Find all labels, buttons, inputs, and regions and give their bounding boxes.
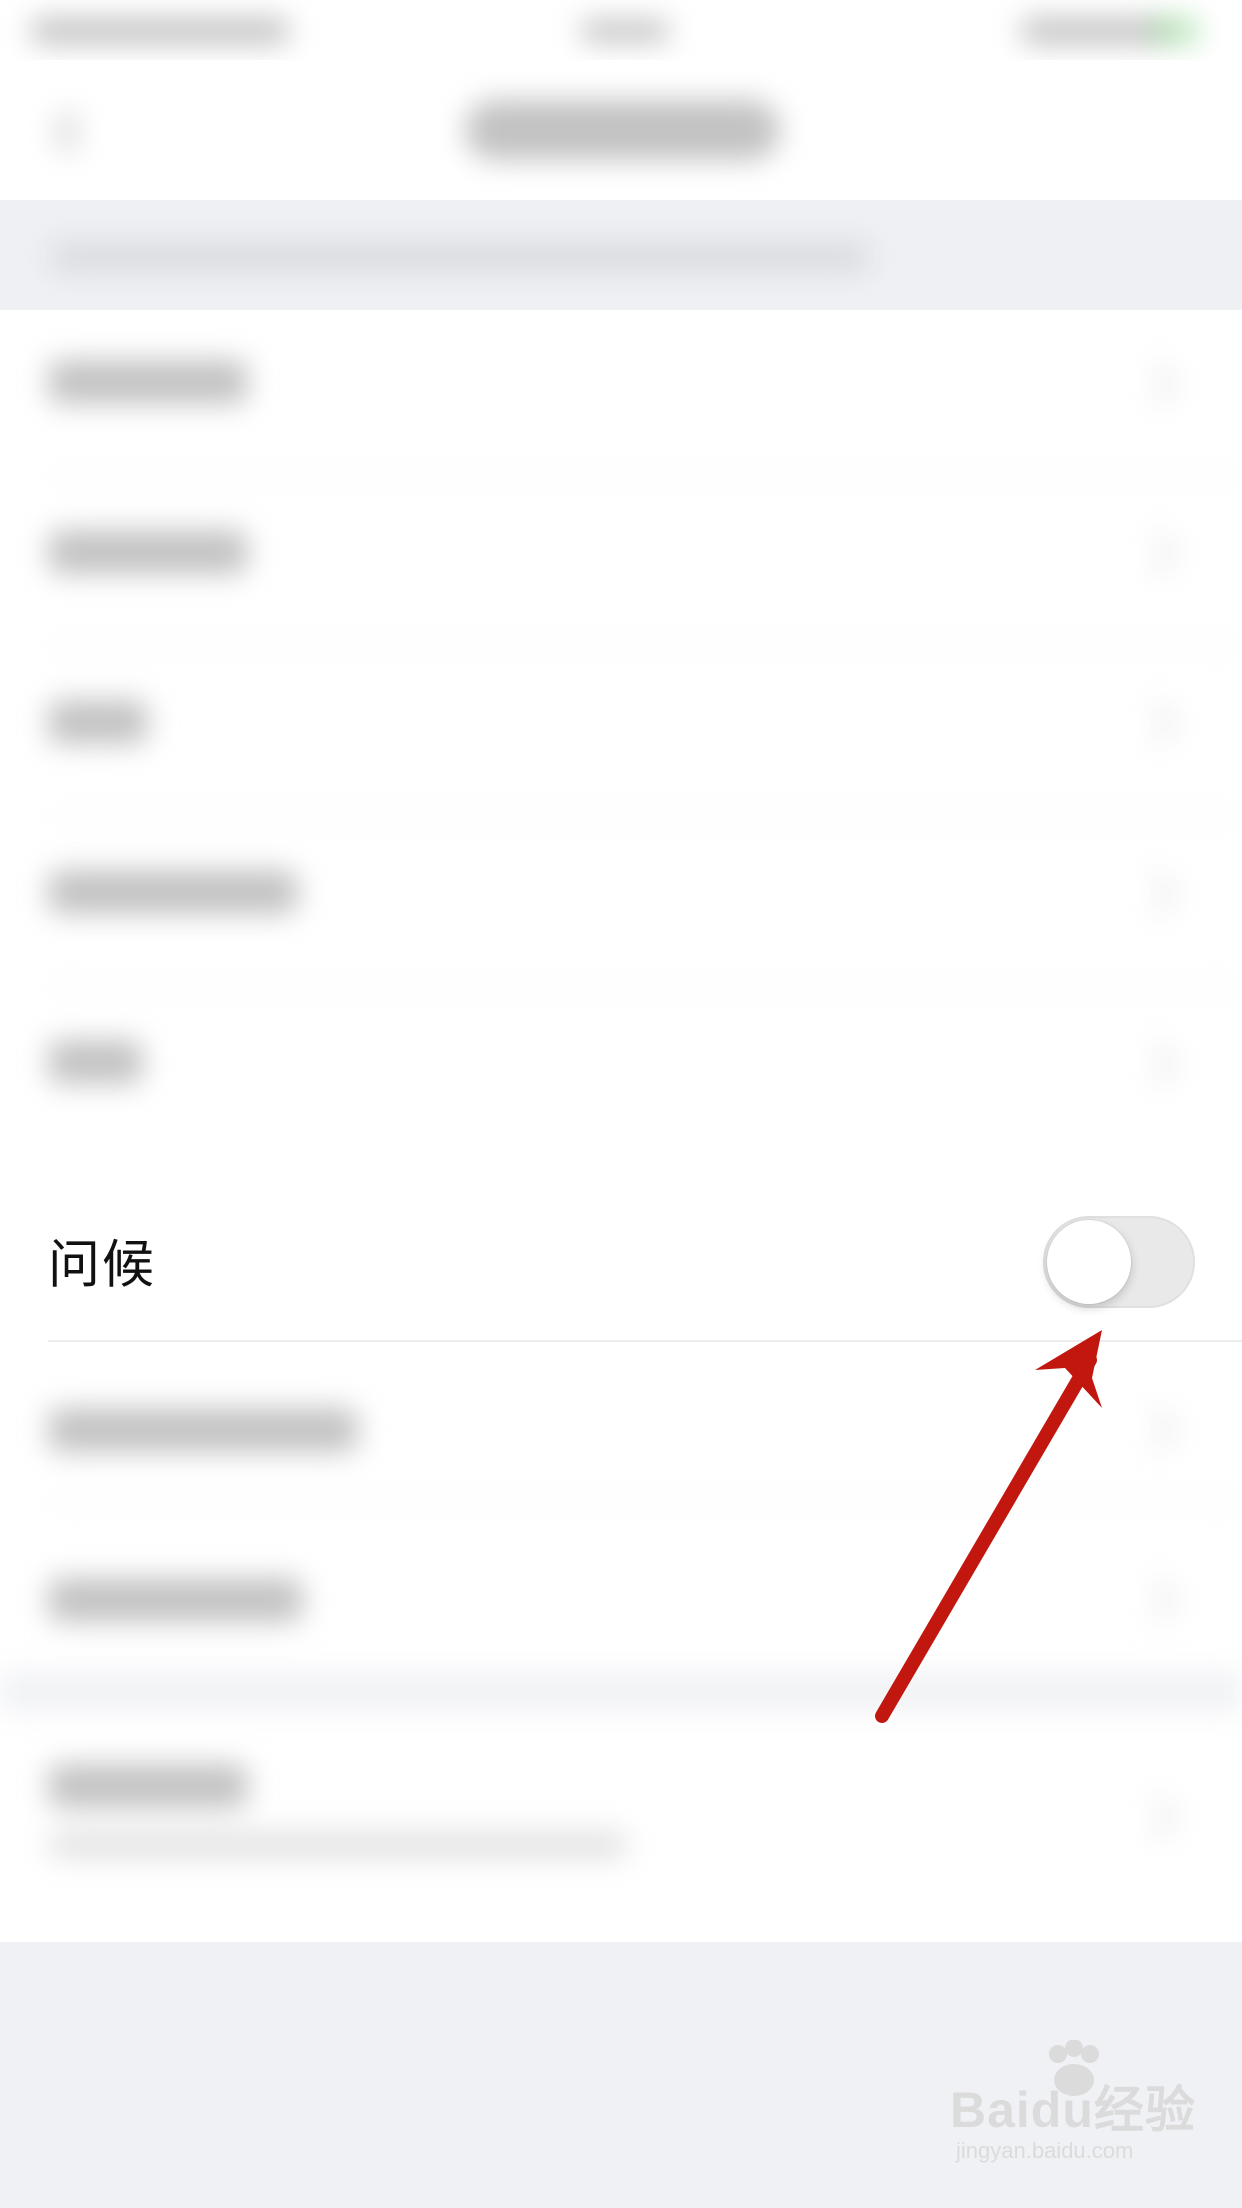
list-item[interactable] (48, 1040, 143, 1084)
back-icon[interactable] (55, 110, 79, 154)
settings-screen: 问候 Baidu经验 jingyan.baidu.com (0, 0, 1242, 2208)
settings-list-bottom (0, 1342, 1242, 1942)
watermark-url: jingyan.baidu.com (956, 2138, 1134, 2163)
greeting-setting-row: 问候 (0, 1180, 1242, 1340)
section-header (0, 200, 1242, 310)
greeting-label: 问候 (48, 1235, 157, 1296)
list-item[interactable] (48, 700, 148, 744)
list-item[interactable] (48, 530, 248, 574)
navigation-bar (0, 60, 1242, 200)
list-item[interactable] (48, 870, 298, 914)
greeting-toggle[interactable] (1043, 1216, 1195, 1308)
list-item[interactable] (48, 360, 248, 404)
list-item[interactable] (48, 1578, 303, 1622)
settings-list-top (0, 310, 1242, 1170)
toggle-knob (1047, 1220, 1131, 1304)
list-item[interactable] (48, 1764, 248, 1808)
baidu-paw-icon (1049, 2040, 1099, 2096)
status-bar (0, 0, 1242, 60)
baidu-watermark: Baidu经验 jingyan.baidu.com (950, 2040, 1210, 2180)
list-item[interactable] (48, 1408, 358, 1452)
